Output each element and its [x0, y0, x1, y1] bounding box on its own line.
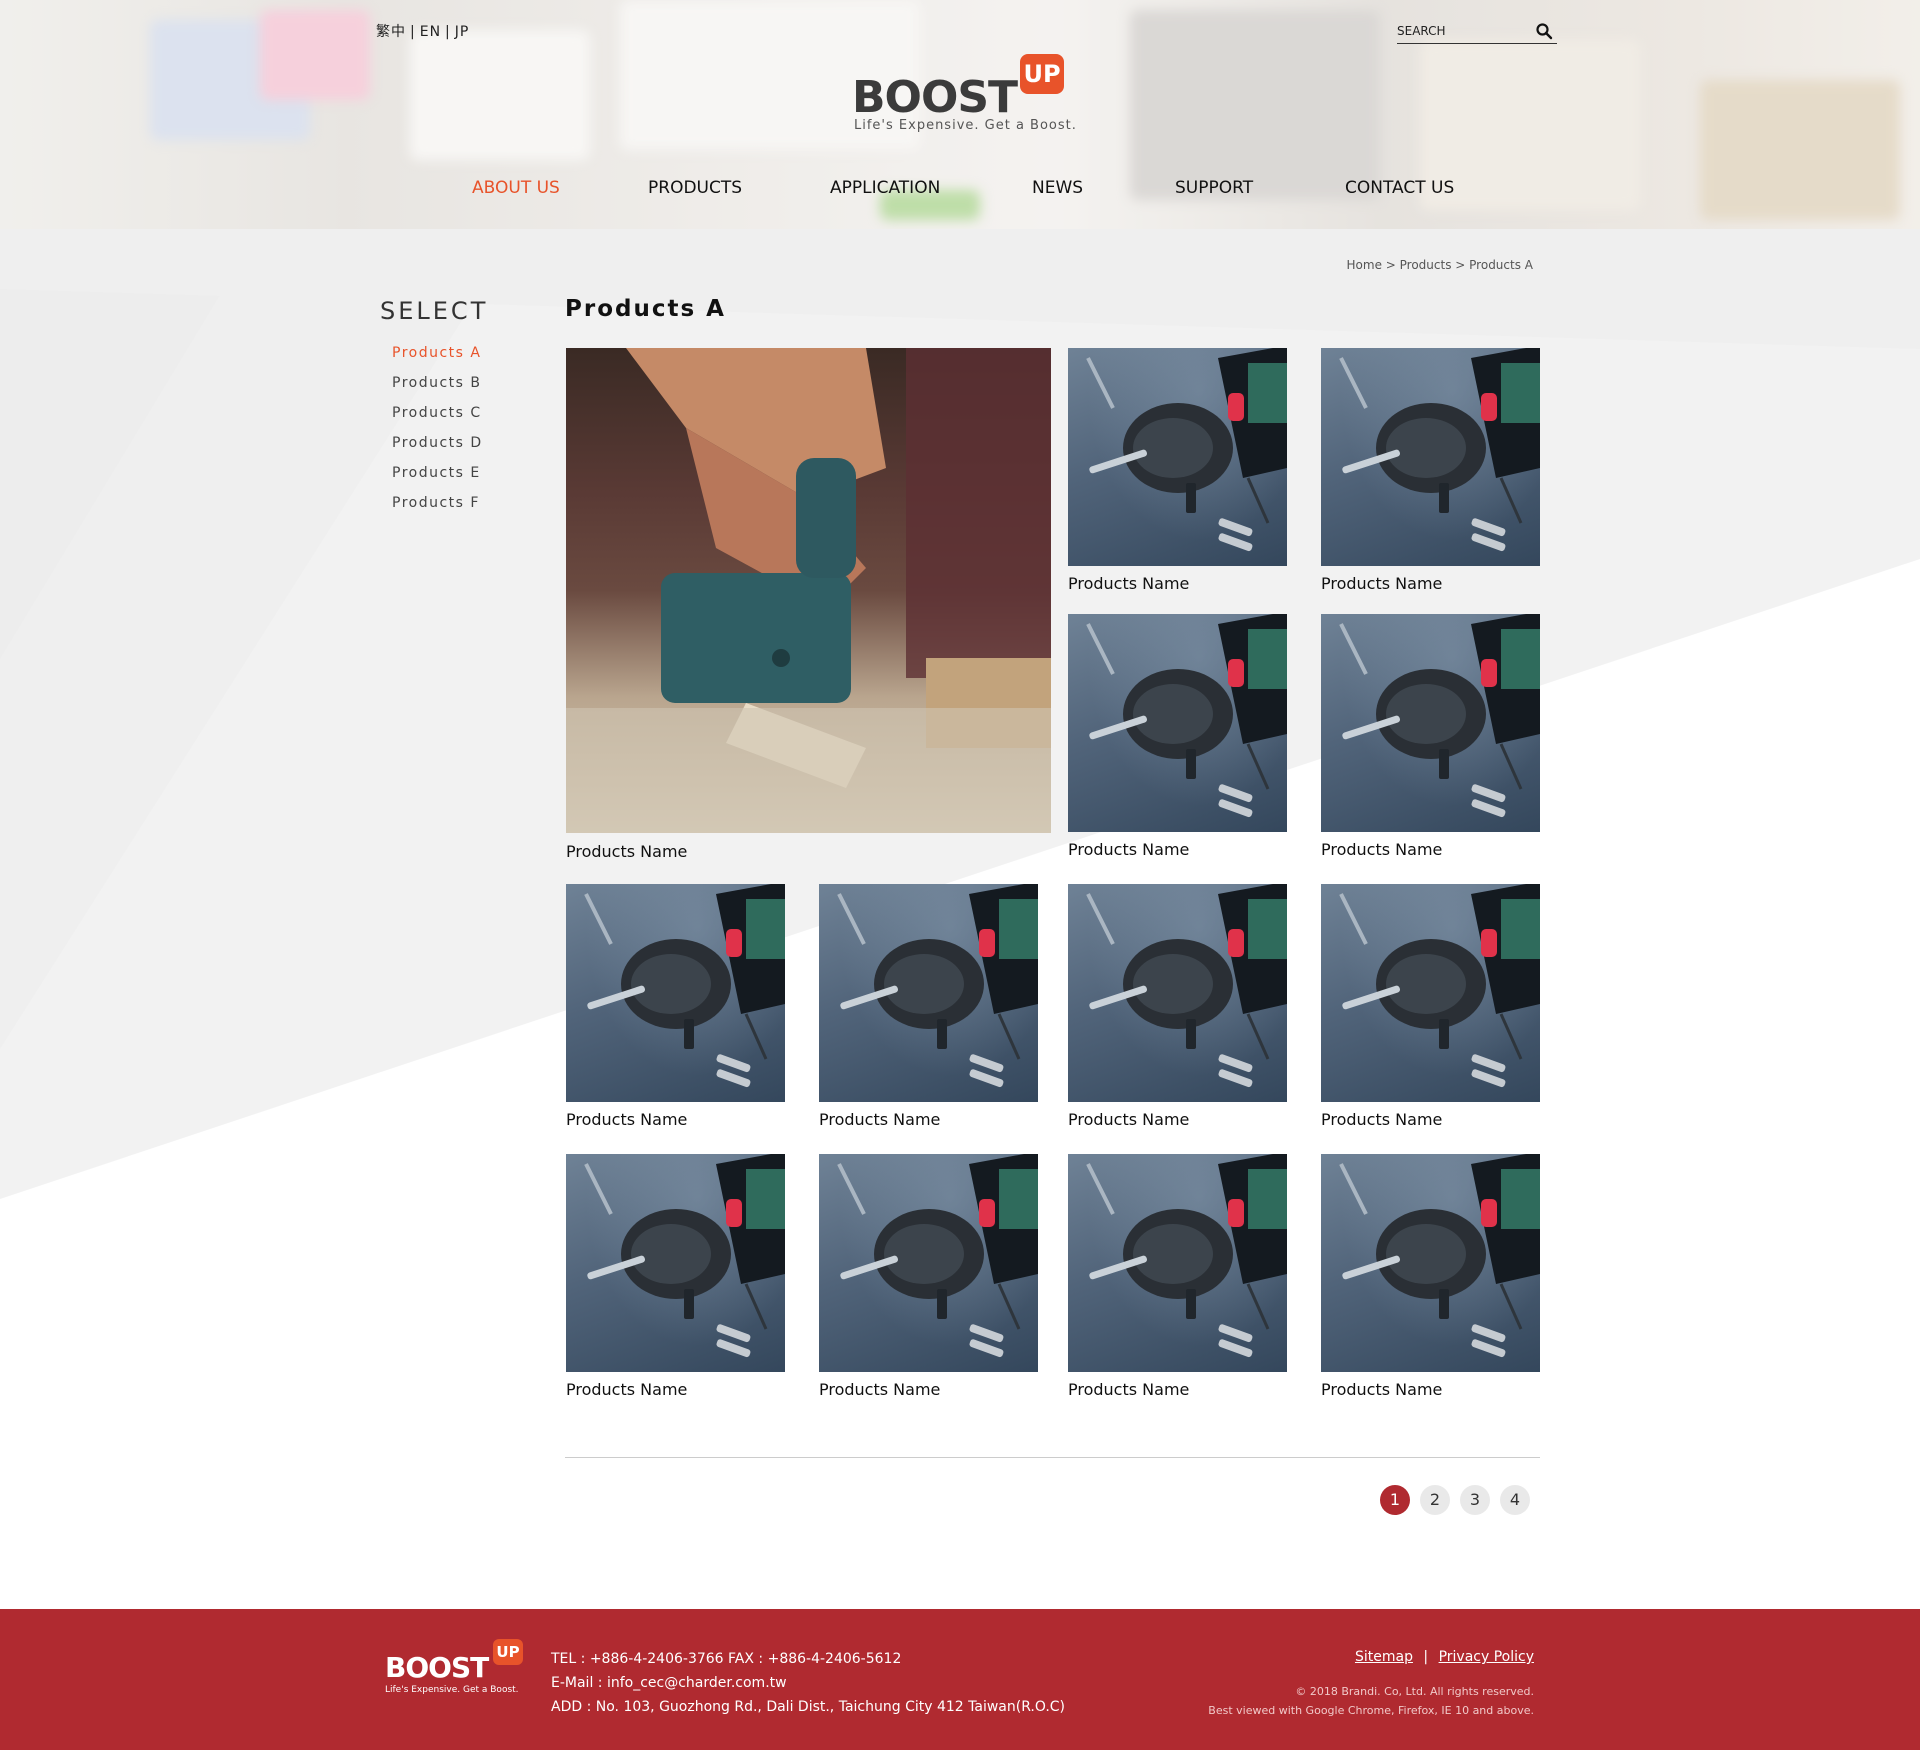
- sidebar-item-products-d[interactable]: Products D: [392, 432, 483, 462]
- product-image[interactable]: [1321, 1154, 1540, 1372]
- lang-jp[interactable]: JP: [455, 24, 470, 40]
- nav-about-us[interactable]: ABOUT US: [472, 178, 560, 198]
- footer-address: ADD : No. 103, Guozhong Rd., Dali Dist.,…: [551, 1699, 1066, 1715]
- product-image[interactable]: [1068, 1154, 1287, 1372]
- product-name[interactable]: Products Name: [566, 842, 687, 861]
- privacy-policy-link[interactable]: Privacy Policy: [1439, 1649, 1534, 1665]
- sidebar-item-products-c[interactable]: Products C: [392, 402, 483, 432]
- main-nav: ABOUT US PRODUCTS APPLICATION NEWS SUPPO…: [0, 178, 1920, 206]
- product-image[interactable]: [1321, 884, 1540, 1102]
- nav-contact-us[interactable]: CONTACT US: [1345, 178, 1454, 198]
- page-button-4[interactable]: 4: [1500, 1485, 1530, 1515]
- product-name[interactable]: Products Name: [819, 1110, 940, 1129]
- product-name[interactable]: Products Name: [1068, 1380, 1189, 1399]
- product-name[interactable]: Products Name: [1068, 1110, 1189, 1129]
- product-image[interactable]: [566, 348, 1051, 833]
- sidebar-item-products-e[interactable]: Products E: [392, 462, 483, 492]
- footer-logo-tagline: Life's Expensive. Get a Boost.: [385, 1685, 519, 1695]
- product-name[interactable]: Products Name: [819, 1380, 940, 1399]
- browser-note: Best viewed with Google Chrome, Firefox,…: [1208, 1704, 1534, 1717]
- logo-tagline: Life's Expensive. Get a Boost.: [854, 118, 1077, 133]
- footer-tel: TEL : +886-4-2406-3766 FAX : +886-4-2406…: [551, 1651, 902, 1667]
- nav-products[interactable]: PRODUCTS: [648, 178, 742, 198]
- product-image[interactable]: [1068, 348, 1287, 566]
- page-title: Products A: [565, 296, 726, 322]
- divider: [565, 1457, 1540, 1458]
- nav-news[interactable]: NEWS: [1032, 178, 1083, 198]
- breadcrumb-products[interactable]: Products: [1400, 258, 1452, 272]
- footer-logo[interactable]: BOOST UP Life's Expensive. Get a Boost.: [385, 1639, 525, 1699]
- product-image[interactable]: [1321, 614, 1540, 832]
- header-banner: 繁中|EN|JP BOOST UP Life's Expensive. Get …: [0, 0, 1920, 229]
- language-switcher: 繁中 | EN | JP: [376, 24, 470, 40]
- product-name[interactable]: Products Name: [566, 1380, 687, 1399]
- product-image[interactable]: [566, 1154, 785, 1372]
- product-image[interactable]: [819, 1154, 1038, 1372]
- product-image[interactable]: [1068, 884, 1287, 1102]
- footer: BOOST UP Life's Expensive. Get a Boost. …: [0, 1609, 1920, 1750]
- logo-word: BOOST: [852, 72, 1018, 123]
- footer-logo-word: BOOST: [385, 1651, 489, 1684]
- search-input[interactable]: [1397, 20, 1527, 42]
- nav-support[interactable]: SUPPORT: [1175, 178, 1253, 198]
- search-icon[interactable]: [1535, 22, 1553, 40]
- footer-contact-info: TEL : +886-4-2406-3766 FAX : +886-4-2406…: [551, 1647, 1065, 1719]
- sitemap-link[interactable]: Sitemap: [1355, 1649, 1413, 1665]
- product-image[interactable]: [1068, 614, 1287, 832]
- breadcrumb: Home > Products > Products A: [1346, 258, 1533, 272]
- product-name[interactable]: Products Name: [1321, 1380, 1442, 1399]
- lang-en[interactable]: EN: [420, 24, 441, 40]
- product-name[interactable]: Products Name: [566, 1110, 687, 1129]
- logo[interactable]: BOOST UP Life's Expensive. Get a Boost.: [852, 54, 1076, 138]
- copyright-text: © 2018 Brandi. Co, Ltd. All rights reser…: [1295, 1685, 1534, 1698]
- sidebar-list: Products A Products B Products C Product…: [392, 342, 483, 522]
- product-image[interactable]: [566, 884, 785, 1102]
- breadcrumb-current: Products A: [1469, 258, 1533, 272]
- product-name[interactable]: Products Name: [1321, 1110, 1442, 1129]
- sidebar-item-products-a[interactable]: Products A: [392, 342, 483, 372]
- sidebar-item-products-b[interactable]: Products B: [392, 372, 483, 402]
- product-name[interactable]: Products Name: [1068, 574, 1189, 593]
- sidebar-title: SELECT: [380, 297, 489, 325]
- footer-links: Sitemap | Privacy Policy: [1354, 1649, 1534, 1665]
- search-box: [1397, 20, 1557, 44]
- footer-copyright: © 2018 Brandi. Co, Ltd. All rights reser…: [1100, 1682, 1534, 1720]
- footer-logo-badge: UP: [493, 1639, 523, 1665]
- page-button-3[interactable]: 3: [1460, 1485, 1490, 1515]
- page-button-1[interactable]: 1: [1380, 1485, 1410, 1515]
- product-image[interactable]: [819, 884, 1038, 1102]
- nav-application[interactable]: APPLICATION: [830, 178, 940, 198]
- product-name[interactable]: Products Name: [1068, 840, 1189, 859]
- breadcrumb-home[interactable]: Home: [1347, 258, 1382, 272]
- product-name[interactable]: Products Name: [1321, 574, 1442, 593]
- lang-zh[interactable]: 繁中: [376, 24, 406, 40]
- logo-badge: UP: [1020, 54, 1064, 94]
- sidebar-item-products-f[interactable]: Products F: [392, 492, 483, 522]
- product-name[interactable]: Products Name: [1321, 840, 1442, 859]
- page-button-2[interactable]: 2: [1420, 1485, 1450, 1515]
- product-image[interactable]: [1321, 348, 1540, 566]
- footer-email: E-Mail : info_cec@charder.com.tw: [551, 1675, 787, 1691]
